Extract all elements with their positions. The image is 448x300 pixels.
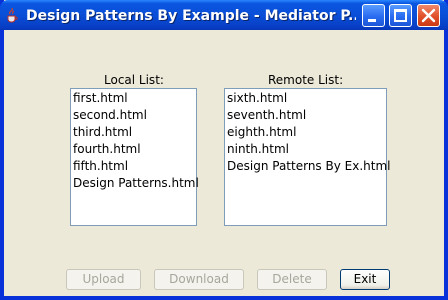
upload-button[interactable]: Upload (66, 269, 141, 290)
list-item[interactable]: fifth.html (71, 158, 196, 175)
maximize-icon (394, 9, 407, 22)
list-item[interactable]: sixth.html (225, 90, 386, 107)
minimize-icon (368, 19, 376, 22)
remote-list-label: Remote List: (268, 73, 344, 87)
list-item[interactable]: Design Patterns.html (71, 175, 199, 192)
exit-button[interactable]: Exit (340, 269, 390, 290)
list-item[interactable]: fourth.html (71, 141, 196, 158)
title-bar[interactable]: Design Patterns By Example - Mediator P.… (0, 0, 448, 30)
list-item[interactable]: first.html (71, 90, 196, 107)
remote-list-items: sixth.html seventh.html eighth.html ninth.h… (225, 89, 390, 175)
window-title: Design Patterns By Example - Mediator P.… (26, 8, 356, 24)
local-list[interactable]: first.html second.html third.html fourth.ht… (70, 88, 199, 226)
main-window: Design Patterns By Example - Mediator P.… (0, 0, 448, 300)
delete-button[interactable]: Delete (257, 269, 327, 290)
remote-list[interactable]: sixth.html seventh.html eighth.html ninth.h… (224, 88, 390, 226)
close-button[interactable] (417, 4, 440, 27)
maximize-button[interactable] (389, 4, 412, 27)
list-item[interactable]: seventh.html (225, 107, 386, 124)
download-button[interactable]: Download (154, 269, 244, 290)
list-item[interactable]: third.html (71, 124, 196, 141)
list-item[interactable]: Design Patterns By Ex.html (225, 158, 390, 175)
list-item[interactable]: ninth.html (225, 141, 386, 158)
java-cup-icon (7, 7, 18, 23)
minimize-button[interactable] (362, 4, 385, 27)
local-list-items: first.html second.html third.html fourth.ht… (71, 89, 199, 192)
local-list-label: Local List: (104, 73, 164, 87)
close-icon (421, 8, 436, 23)
list-item[interactable]: eighth.html (225, 124, 386, 141)
list-item[interactable]: second.html (71, 107, 196, 124)
